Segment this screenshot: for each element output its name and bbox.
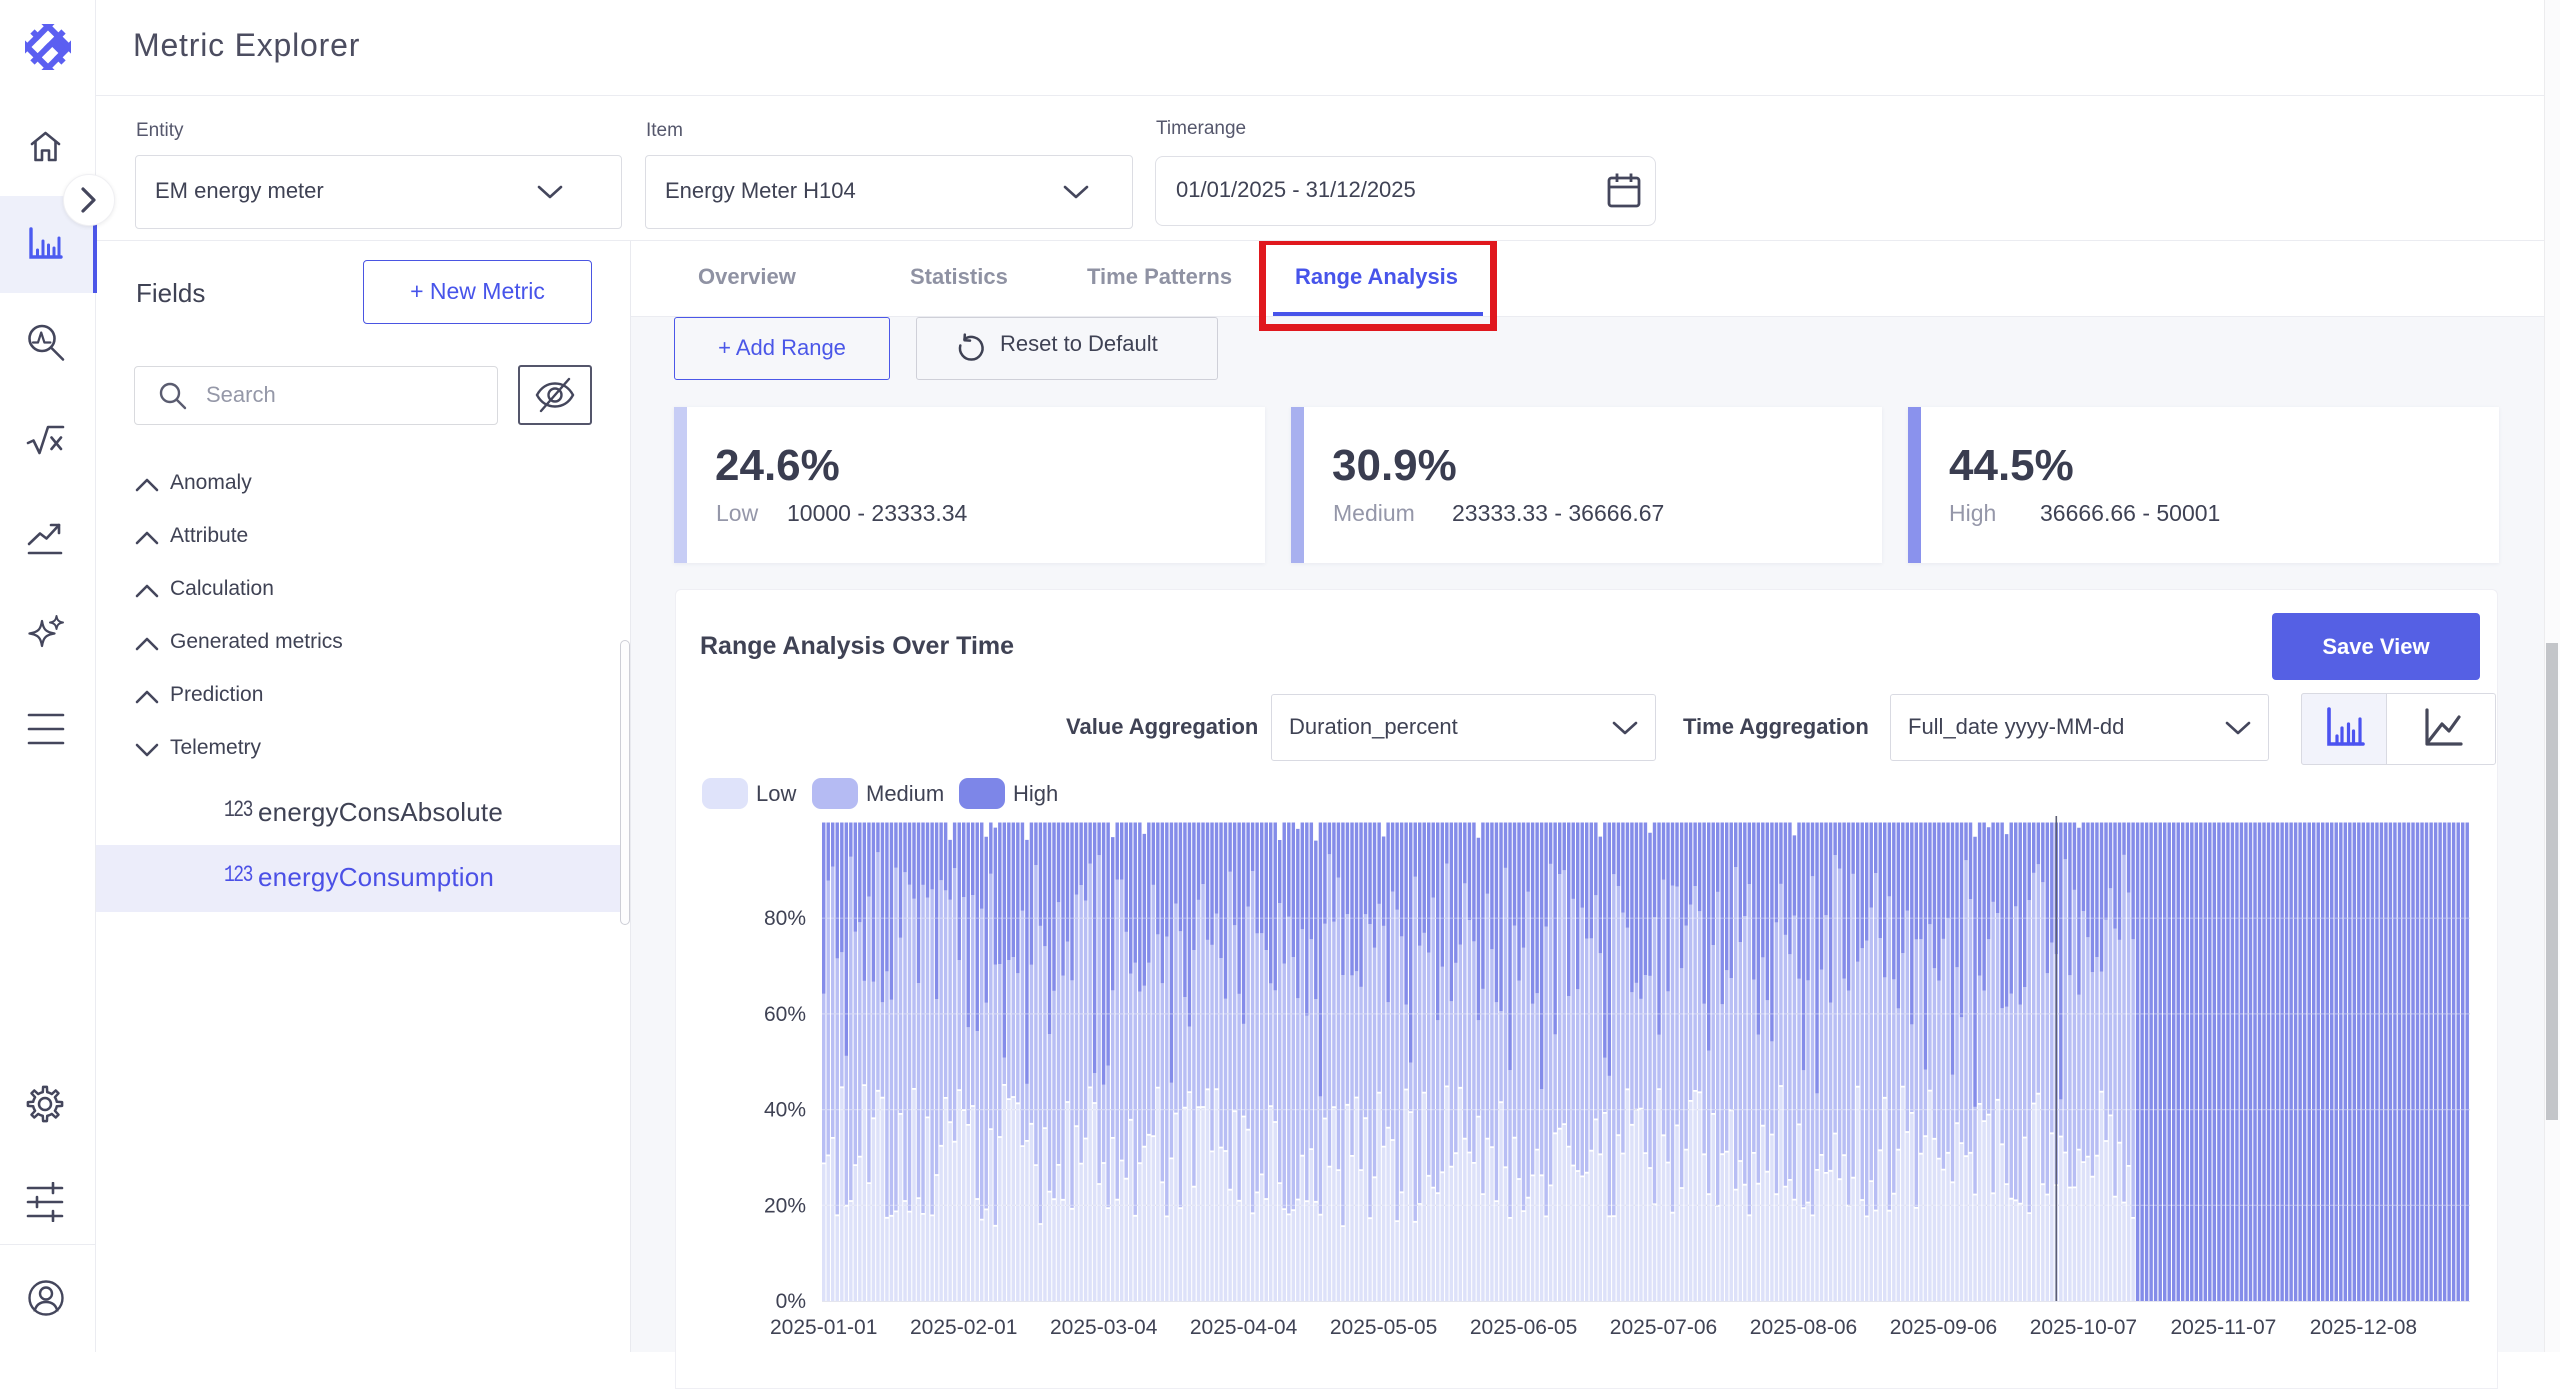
svg-text:2025-03-04: 2025-03-04 [1050,1316,1158,1339]
svg-text:2025-02-01: 2025-02-01 [910,1316,1017,1339]
svg-text:2025-07-06: 2025-07-06 [1610,1316,1717,1339]
svg-text:80%: 80% [764,907,806,930]
svg-text:2025-08-06: 2025-08-06 [1750,1316,1857,1339]
svg-text:2025-10-07: 2025-10-07 [2030,1316,2137,1339]
svg-text:2025-01-01: 2025-01-01 [770,1316,877,1339]
svg-text:2025-09-06: 2025-09-06 [1890,1316,1997,1339]
svg-text:2025-05-05: 2025-05-05 [1330,1316,1437,1339]
svg-text:2025-06-05: 2025-06-05 [1470,1316,1577,1339]
svg-text:2025-11-07: 2025-11-07 [2170,1316,2276,1339]
svg-text:40%: 40% [764,1099,806,1122]
svg-text:60%: 60% [764,1003,806,1026]
svg-text:20%: 20% [764,1194,806,1217]
svg-text:2025-04-04: 2025-04-04 [1190,1316,1298,1339]
svg-text:0%: 0% [776,1290,806,1313]
svg-text:2025-12-08: 2025-12-08 [2310,1316,2417,1339]
